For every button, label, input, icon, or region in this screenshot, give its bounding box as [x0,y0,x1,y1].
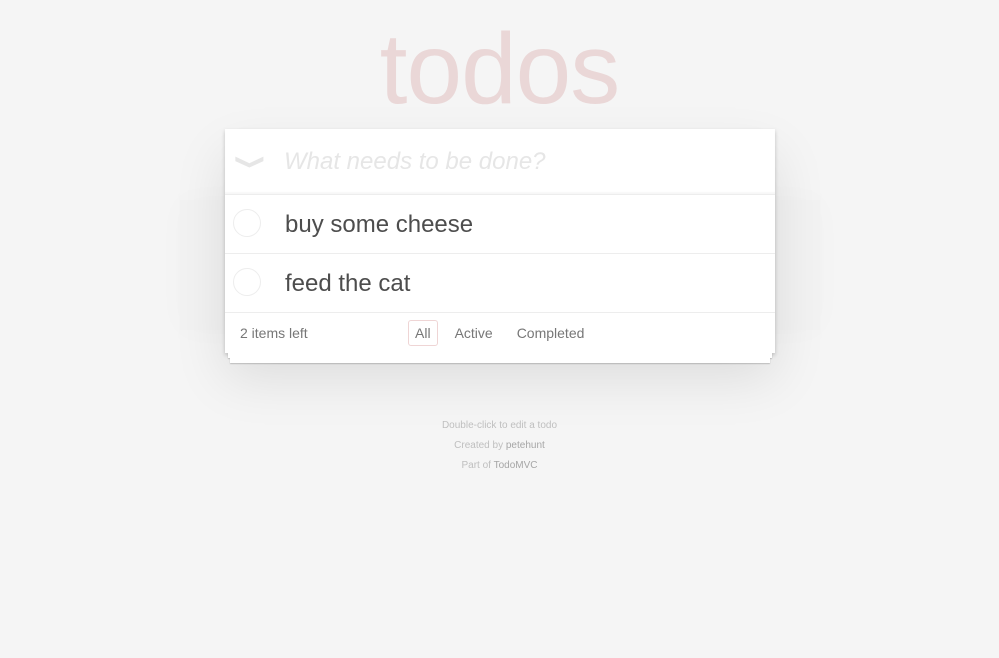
todo-header: ❯ [225,129,775,195]
part-of: Part of TodoMVC [461,460,538,471]
stack-shadow-2 [230,358,770,363]
app-title: todos [379,13,621,125]
items-left-count: 2 items left [240,325,308,341]
todo-item[interactable]: buy some cheese [225,195,775,254]
toggle-all-chevron-icon[interactable]: ❯ [233,147,267,177]
todo-label[interactable]: feed the cat [285,254,410,314]
filter-all[interactable]: All [408,320,438,346]
todo-app: ❯ buy some cheese feed the cat 2 items l… [225,129,775,363]
filter-active[interactable]: Active [448,320,500,346]
todo-footer: 2 items left All Active Completed [225,313,775,353]
todo-item[interactable]: feed the cat [225,254,775,313]
todo-toggle-checkbox[interactable] [233,209,261,237]
edit-hint: Double-click to edit a todo [441,420,558,431]
todomvc-link[interactable]: TodoMVC [494,460,538,471]
author-link[interactable]: petehunt [506,440,545,451]
filter-completed[interactable]: Completed [510,320,592,346]
todo-list: buy some cheese feed the cat [225,195,775,313]
todo-label[interactable]: buy some cheese [285,195,473,255]
filters: All Active Completed [408,320,591,346]
created-by: Created by petehunt [454,440,545,451]
info-footer: Double-click to edit a todo Created by p… [0,416,999,476]
new-todo-input[interactable] [284,129,764,194]
todo-toggle-checkbox[interactable] [233,268,261,296]
